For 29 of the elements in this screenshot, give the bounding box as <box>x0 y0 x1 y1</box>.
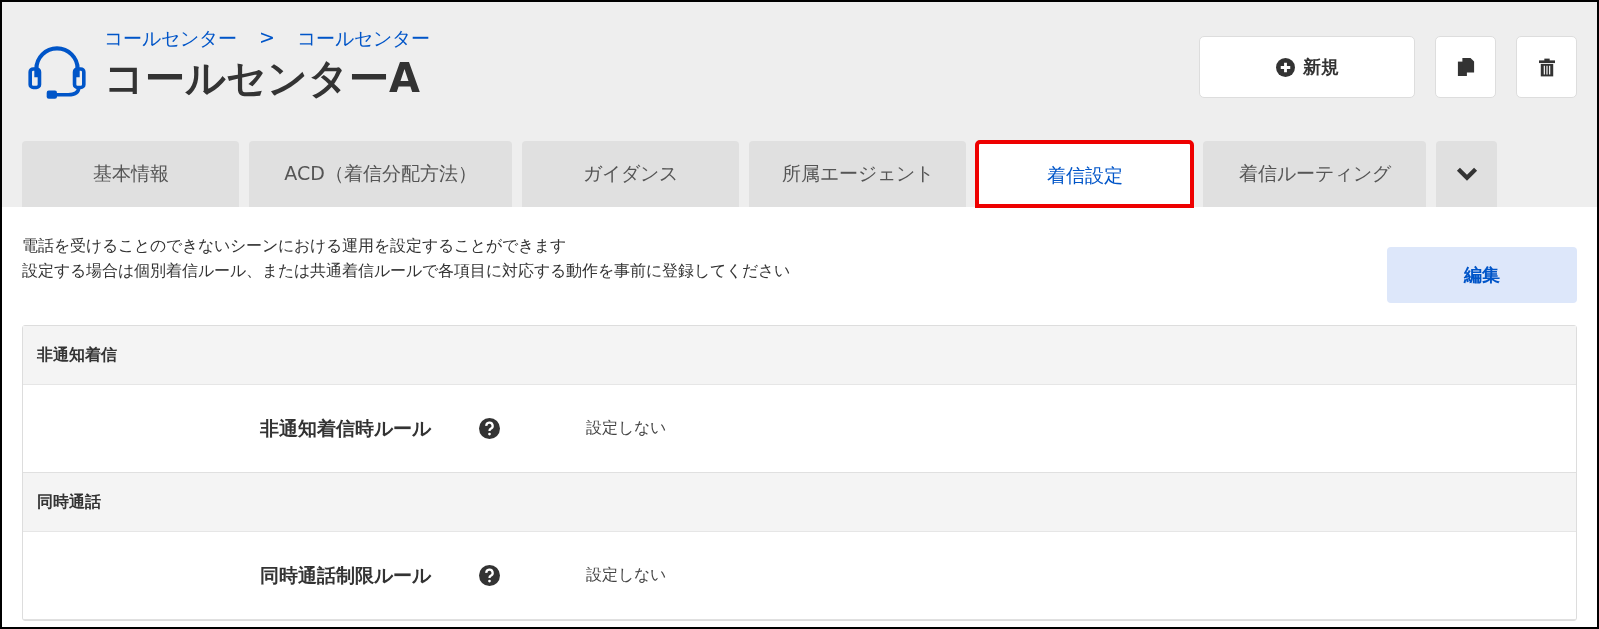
delete-button[interactable] <box>1516 36 1577 98</box>
tab[interactable]: ガイダンス <box>522 141 739 207</box>
setting-value: 設定しない <box>586 565 666 586</box>
trash-icon <box>1538 57 1555 77</box>
description-text: 電話を受けることのできないシーンにおける運用を設定することができます <box>22 235 567 257</box>
copy-button[interactable] <box>1435 36 1496 98</box>
tab[interactable]: 基本情報 <box>22 141 239 207</box>
setting-label: 非通知着信時ルール <box>259 415 431 441</box>
chevron-down-icon <box>1455 166 1478 181</box>
page-title: コールセンターA <box>104 54 421 103</box>
tab[interactable]: 所属エージェント <box>749 141 966 207</box>
help-icon[interactable] <box>479 565 500 586</box>
breadcrumb-link[interactable]: コールセンター <box>296 26 430 52</box>
more-tabs-button[interactable] <box>1436 141 1497 207</box>
tab[interactable]: ACD（着信分配方法） <box>249 141 512 207</box>
setting-value: 設定しない <box>586 418 666 439</box>
new-button[interactable]: 新規 <box>1199 36 1415 98</box>
plus-circle-icon <box>1275 57 1295 77</box>
breadcrumb-link[interactable]: コールセンター <box>104 26 237 52</box>
help-icon[interactable] <box>479 418 500 439</box>
copy-icon <box>1456 57 1475 77</box>
section-heading: 同時通話 <box>37 491 101 513</box>
description-text: 設定する場合は個別着信ルール、または共通着信ルールで各項目に対応する動作を事前に登録してください <box>22 260 790 282</box>
edit-button[interactable]: 編集 <box>1387 247 1577 303</box>
tab[interactable]: 着信設定 <box>976 141 1193 207</box>
section-heading: 非通知着信 <box>37 344 117 366</box>
breadcrumb-separator: > <box>259 26 275 50</box>
setting-label: 同時通話制限ルール <box>259 562 431 588</box>
tab[interactable]: 着信ルーティング <box>1203 141 1426 207</box>
